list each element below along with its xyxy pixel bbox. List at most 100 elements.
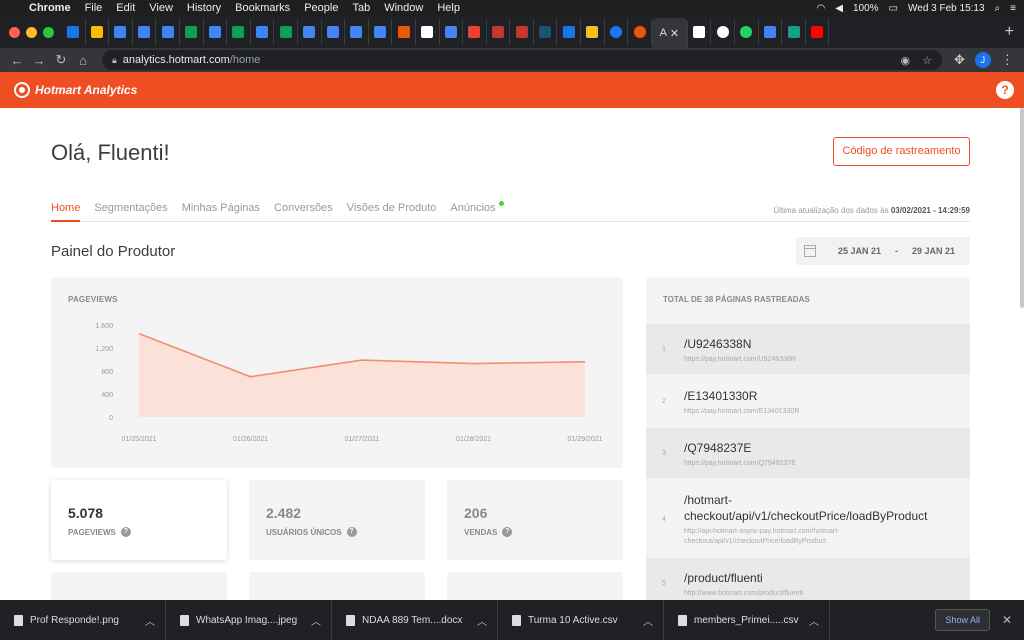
menu-edit[interactable]: Edit [109, 2, 142, 14]
tab[interactable] [180, 19, 204, 45]
chevron-up-icon[interactable]: ︿ [311, 613, 331, 628]
menu-bookmarks[interactable]: Bookmarks [228, 2, 297, 14]
download-item[interactable]: members_Primei.....csv ︿ [664, 600, 830, 640]
menu-tab[interactable]: Tab [345, 2, 377, 14]
menu-window[interactable]: Window [377, 2, 430, 14]
tab-active[interactable]: A ✕ [651, 18, 688, 48]
tab[interactable] [605, 19, 629, 45]
chevron-up-icon[interactable]: ︿ [643, 613, 663, 628]
tab[interactable] [487, 19, 511, 45]
tab[interactable] [109, 19, 133, 45]
tab[interactable] [463, 19, 487, 45]
tab[interactable] [759, 19, 783, 45]
control-center-icon[interactable]: ≡ [1010, 3, 1016, 14]
tab[interactable] [782, 19, 806, 45]
tab[interactable] [628, 19, 652, 45]
show-all-downloads-button[interactable]: Show All [935, 609, 990, 631]
help-button[interactable]: ? [996, 81, 1014, 99]
search-icon[interactable]: ⌕ [995, 3, 1001, 14]
battery-percent[interactable]: 100% [853, 3, 879, 14]
list-item[interactable]: 4 /hotmart-checkout/api/v1/checkoutPrice… [646, 480, 970, 556]
menu-history[interactable]: History [180, 2, 228, 14]
list-item[interactable]: 1 /U9246338N https://pay.hotmart.com/U92… [646, 324, 970, 374]
stat-card-vendas[interactable]: 206 VENDAS? [447, 480, 623, 560]
reload-icon[interactable]: ↻ [50, 52, 72, 68]
incognito-extension-icon[interactable]: ◉ [901, 54, 911, 67]
download-item[interactable]: NDAA 889 Tem....docx ︿ [332, 600, 498, 640]
new-tab-button[interactable]: + [993, 23, 1024, 41]
tab[interactable] [735, 19, 759, 45]
hotmart-logo-icon[interactable] [14, 82, 30, 98]
download-item[interactable]: WhatsApp Imag....jpeg ︿ [166, 600, 332, 640]
tab[interactable] [86, 19, 110, 45]
minimize-window-button[interactable] [26, 26, 37, 38]
tab[interactable] [274, 19, 298, 45]
brand-name[interactable]: Hotmart Analytics [35, 83, 137, 97]
tab-minhas-paginas[interactable]: Minhas Páginas [182, 202, 260, 222]
tab-home[interactable]: Home [51, 202, 81, 222]
tab-visoes-de-produto[interactable]: Visões de Produto [347, 202, 437, 222]
tab[interactable] [227, 19, 251, 45]
chevron-up-icon[interactable]: ︿ [809, 613, 829, 628]
tab[interactable] [133, 19, 157, 45]
chevron-up-icon[interactable]: ︿ [145, 613, 165, 628]
tab-close-icon[interactable]: ✕ [670, 27, 679, 40]
close-downloads-icon[interactable]: ✕ [990, 613, 1024, 627]
tab-anuncios[interactable]: Anúncios [450, 201, 504, 222]
close-window-button[interactable] [9, 26, 20, 38]
tab[interactable] [557, 19, 582, 45]
tab[interactable] [581, 19, 605, 45]
tab[interactable] [369, 19, 393, 45]
tab[interactable] [688, 19, 712, 45]
menu-help[interactable]: Help [430, 2, 467, 14]
chevron-up-icon[interactable]: ︿ [477, 613, 497, 628]
menu-file[interactable]: File [78, 2, 110, 14]
help-icon[interactable]: ? [120, 527, 131, 537]
tab[interactable] [534, 19, 558, 45]
tab[interactable] [345, 19, 369, 45]
browser-menu-icon[interactable]: ⋮ [1001, 52, 1014, 68]
forward-icon[interactable]: → [28, 53, 50, 68]
list-item[interactable]: 5 /product/fluenti http://www.hotmart.co… [646, 558, 970, 600]
tab[interactable] [298, 19, 322, 45]
tab[interactable] [806, 19, 830, 45]
tab-segmentacoes[interactable]: Segmentações [94, 202, 167, 222]
tab-conversoes[interactable]: Conversões [274, 202, 333, 222]
help-icon[interactable]: ? [346, 527, 357, 537]
address-bar[interactable]: 🔒︎ analytics.hotmart.com /home ◉ ☆ [102, 50, 942, 70]
pageviews-chart[interactable]: 1,600 1,200 800 400 0 01/25/2021 01/26/2021 01/… [51, 277, 623, 468]
download-item[interactable]: Prof Responde!.png ︿ [0, 600, 166, 640]
menu-people[interactable]: People [297, 2, 345, 14]
home-icon[interactable]: ⌂ [72, 53, 94, 68]
bookmark-star-icon[interactable]: ☆ [922, 54, 932, 67]
list-item[interactable]: 3 /Q7948237E https://pay.hotmart.com/Q79… [646, 428, 970, 478]
clock[interactable]: Wed 3 Feb 15:13 [908, 3, 985, 14]
tab[interactable] [416, 19, 440, 45]
stat-card-pageviews[interactable]: 5.078 PAGEVIEWS? [51, 480, 227, 560]
battery-icon[interactable]: ▭ [889, 3, 898, 14]
back-icon[interactable]: ← [6, 53, 28, 68]
date-range-picker[interactable]: 25 JAN 21 - 29 JAN 21 [796, 237, 970, 265]
tab[interactable] [251, 19, 275, 45]
profile-avatar[interactable]: J [974, 52, 991, 68]
tab[interactable] [711, 19, 736, 45]
page-scrollbar[interactable] [1020, 108, 1024, 308]
tab[interactable] [156, 19, 180, 45]
tab[interactable] [322, 19, 346, 45]
extensions-puzzle-icon[interactable]: ✥ [954, 52, 965, 68]
menu-view[interactable]: View [142, 2, 180, 14]
download-item[interactable]: Turma 10 Active.csv ︿ [498, 600, 664, 640]
tab[interactable] [392, 19, 416, 45]
tab[interactable] [204, 19, 228, 45]
tab[interactable] [62, 19, 86, 45]
list-item[interactable]: 2 /E13401330R https://pay.hotmart.com/E1… [646, 376, 970, 426]
zoom-window-button[interactable] [43, 26, 54, 38]
tracking-code-button[interactable]: Código de rastreamento [833, 137, 970, 166]
tab[interactable] [510, 19, 534, 45]
lock-icon[interactable]: 🔒︎ [112, 55, 117, 66]
tab[interactable] [440, 19, 464, 45]
help-icon[interactable]: ? [502, 527, 513, 537]
wifi-icon[interactable]: ◠ [817, 3, 826, 14]
volume-icon[interactable]: ◀ [835, 3, 843, 14]
menu-app-chrome[interactable]: Chrome [22, 2, 78, 14]
